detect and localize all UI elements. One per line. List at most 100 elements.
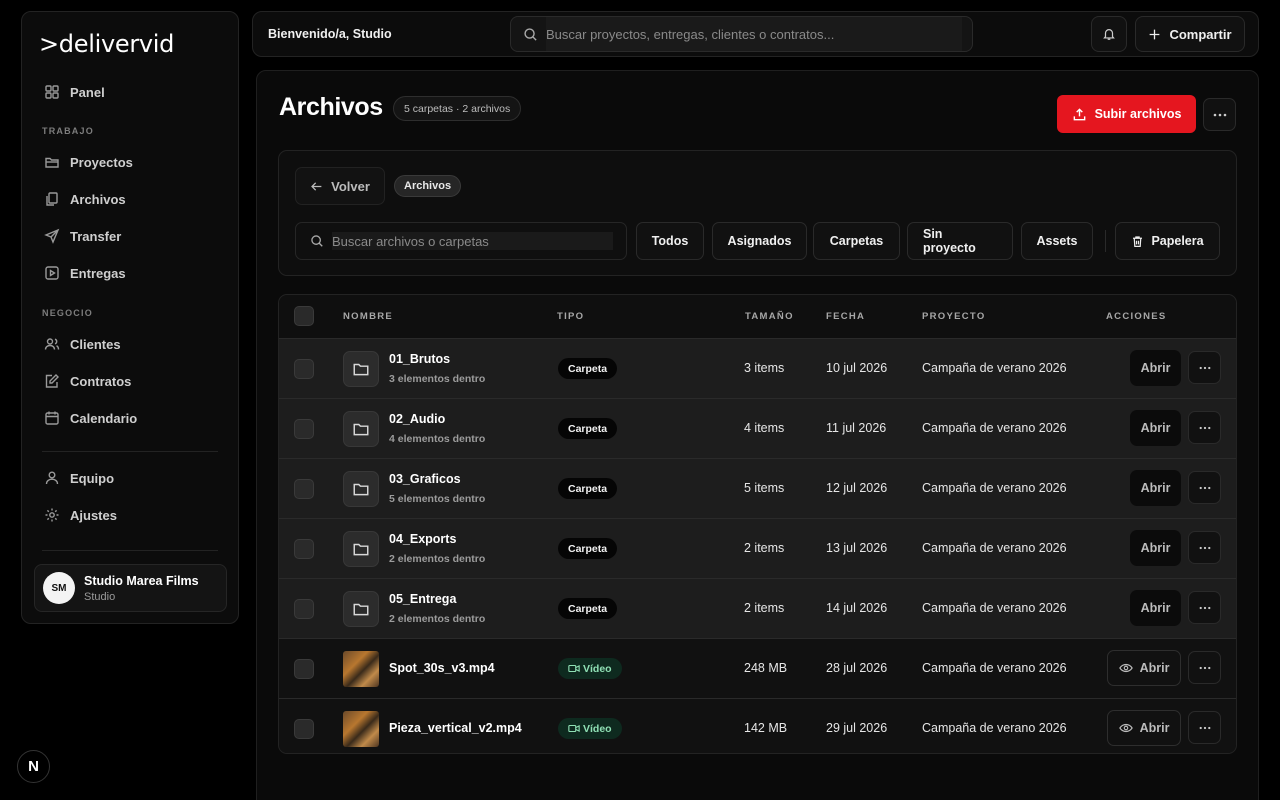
type-badge: Vídeo: [558, 658, 622, 679]
row-name[interactable]: 04_Exports: [389, 532, 456, 546]
page-more-button[interactable]: [1203, 98, 1236, 131]
files-search[interactable]: [295, 222, 627, 260]
table-row[interactable]: 03_Graficos 5 elementos dentro Carpeta 5…: [279, 458, 1236, 518]
row-checkbox[interactable]: [294, 479, 314, 499]
filter-folders-button[interactable]: Carpetas: [813, 222, 900, 260]
row-name[interactable]: 03_Graficos: [389, 472, 461, 486]
row-more-button[interactable]: [1188, 411, 1221, 444]
video-thumbnail[interactable]: [343, 651, 379, 687]
row-checkbox[interactable]: [294, 719, 314, 739]
table-row[interactable]: 04_Exports 2 elementos dentro Carpeta 2 …: [279, 518, 1236, 578]
folder-icon: [343, 591, 379, 627]
row-checkbox[interactable]: [294, 419, 314, 439]
row-more-button[interactable]: [1188, 651, 1221, 684]
select-all-checkbox[interactable]: [294, 306, 314, 326]
global-search-input[interactable]: [546, 17, 962, 51]
type-badge: Carpeta: [558, 478, 618, 499]
sidebar-item-deliveries[interactable]: Entregas: [34, 259, 226, 287]
column-header-type[interactable]: TIPO: [557, 311, 584, 322]
notifications-button[interactable]: [1091, 16, 1127, 52]
user-card[interactable]: SM Studio Marea Films Studio: [34, 564, 227, 612]
type-badge-label: Vídeo: [583, 722, 612, 735]
row-date: 10 jul 2026: [826, 361, 888, 375]
folder-icon: [343, 411, 379, 447]
filter-assets-button[interactable]: Assets: [1021, 222, 1093, 260]
back-button[interactable]: Volver: [295, 167, 385, 205]
upload-files-button[interactable]: Subir archivos: [1057, 95, 1196, 133]
row-subtitle: 5 elementos dentro: [389, 493, 486, 505]
table-row[interactable]: 01_Brutos 3 elementos dentro Carpeta 3 i…: [279, 338, 1236, 398]
open-button[interactable]: Abrir: [1107, 650, 1181, 686]
table-row[interactable]: 02_Audio 4 elementos dentro Carpeta 4 it…: [279, 398, 1236, 458]
table-row[interactable]: Spot_30s_v3.mp4 Vídeo 248 MB 28 jul 2026…: [279, 638, 1236, 698]
row-more-button[interactable]: [1188, 351, 1221, 384]
row-checkbox[interactable]: [294, 359, 314, 379]
column-header-size[interactable]: TAMAÑO: [745, 311, 794, 322]
sidebar-item-panel[interactable]: Panel: [34, 78, 226, 106]
open-button[interactable]: Abrir: [1130, 530, 1181, 566]
row-more-button[interactable]: [1188, 471, 1221, 504]
files-search-input[interactable]: [332, 232, 613, 250]
row-name[interactable]: 05_Entrega: [389, 592, 456, 606]
row-more-button[interactable]: [1188, 711, 1221, 744]
row-name[interactable]: 01_Brutos: [389, 352, 450, 366]
row-more-button[interactable]: [1188, 591, 1221, 624]
sidebar-item-contracts[interactable]: Contratos: [34, 367, 226, 395]
video-camera-icon: [568, 724, 580, 733]
type-badge: Carpeta: [558, 538, 618, 559]
plus-icon: [1148, 28, 1161, 41]
sidebar-item-files[interactable]: Archivos: [34, 185, 226, 213]
sidebar-item-label: Ajustes: [70, 507, 117, 523]
sidebar-item-projects[interactable]: Proyectos: [34, 148, 226, 176]
sidebar-item-team[interactable]: Equipo: [34, 464, 226, 492]
open-button[interactable]: Abrir: [1130, 350, 1181, 386]
column-header-name[interactable]: NOMBRE: [343, 311, 393, 322]
toolbar-divider: [1105, 230, 1106, 252]
breadcrumb[interactable]: Archivos: [394, 175, 462, 197]
type-badge: Vídeo: [558, 718, 622, 739]
row-size: 4 items: [744, 421, 785, 435]
row-size: 3 items: [744, 361, 785, 375]
back-label: Volver: [331, 178, 370, 194]
sidebar-item-calendar[interactable]: Calendario: [34, 404, 226, 432]
trash-button[interactable]: Papelera: [1115, 222, 1220, 260]
dev-tools-badge[interactable]: N: [17, 750, 50, 783]
app-logo[interactable]: >delivervid: [39, 30, 174, 58]
row-name[interactable]: 02_Audio: [389, 412, 445, 426]
column-header-date[interactable]: FECHA: [826, 311, 865, 322]
row-more-button[interactable]: [1188, 531, 1221, 564]
open-button[interactable]: Abrir: [1130, 590, 1181, 626]
video-thumbnail[interactable]: [343, 711, 379, 747]
open-button[interactable]: Abrir: [1130, 410, 1181, 446]
row-checkbox[interactable]: [294, 539, 314, 559]
filter-no-project-button[interactable]: Sin proyecto: [907, 222, 1013, 260]
filter-assigned-button[interactable]: Asignados: [712, 222, 807, 260]
sidebar-item-clients[interactable]: Clientes: [34, 330, 226, 358]
folder-icon: [44, 154, 60, 170]
share-button[interactable]: Compartir: [1135, 16, 1245, 52]
table-row[interactable]: 05_Entrega 2 elementos dentro Carpeta 2 …: [279, 578, 1236, 638]
row-name[interactable]: Spot_30s_v3.mp4: [389, 661, 495, 675]
row-date: 11 jul 2026: [826, 421, 887, 435]
column-header-project[interactable]: PROYECTO: [922, 311, 986, 322]
filter-all-button[interactable]: Todos: [636, 222, 704, 260]
row-checkbox[interactable]: [294, 659, 314, 679]
row-project: Campaña de verano 2026: [922, 421, 1067, 435]
open-button[interactable]: Abrir: [1107, 710, 1181, 746]
row-subtitle: 3 elementos dentro: [389, 373, 486, 385]
row-checkbox[interactable]: [294, 599, 314, 619]
row-name[interactable]: Pieza_vertical_v2.mp4: [389, 721, 522, 735]
sidebar-item-label: Transfer: [70, 228, 122, 244]
sidebar-item-label: Panel: [70, 84, 105, 100]
sidebar-item-settings[interactable]: Ajustes: [34, 501, 226, 529]
arrow-left-icon: [310, 180, 323, 193]
eye-icon: [1118, 723, 1133, 733]
table-row[interactable]: Pieza_vertical_v2.mp4 Vídeo 142 MB 29 ju…: [279, 698, 1236, 753]
sidebar-item-label: Contratos: [70, 373, 132, 389]
type-badge: Carpeta: [558, 418, 618, 439]
bell-icon: [1102, 27, 1116, 41]
global-search[interactable]: [510, 16, 973, 52]
sidebar-item-transfer[interactable]: Transfer: [34, 222, 226, 250]
eye-icon: [1118, 663, 1133, 673]
open-button[interactable]: Abrir: [1130, 470, 1181, 506]
